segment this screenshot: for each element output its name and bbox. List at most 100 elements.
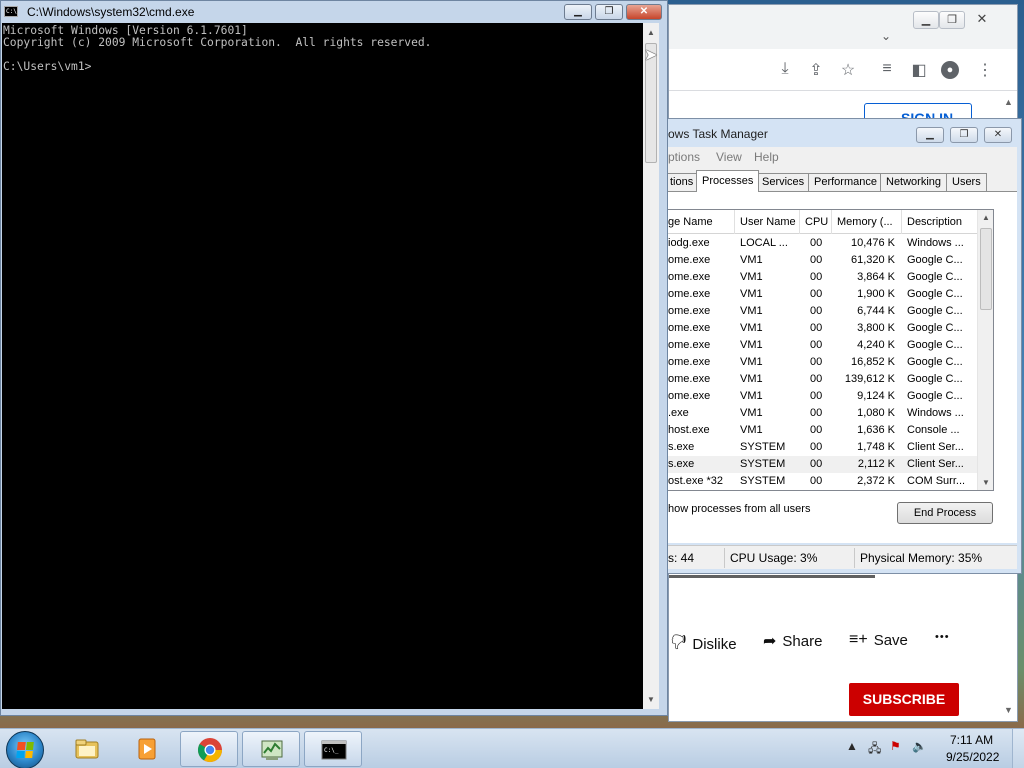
process-list-scrollbar[interactable]: ▲ ▼	[977, 210, 993, 490]
process-name-cell: s.exe	[668, 441, 695, 453]
table-row[interactable]: s.exe SYSTEM 00 2,112 K Client Ser...	[668, 456, 978, 473]
memory-cell: 139,612 K	[844, 373, 895, 385]
show-hidden-icons-icon[interactable]: ▲	[846, 739, 858, 753]
column-user-name[interactable]: User Name	[740, 216, 796, 228]
process-name-cell: ome.exe	[668, 322, 711, 334]
taskbar-chrome-button[interactable]	[180, 731, 238, 767]
tab-search-chevron-icon[interactable]: ⌄	[881, 29, 891, 43]
description-cell: Google C...	[907, 339, 963, 351]
clock-date[interactable]: 9/25/2022	[946, 750, 999, 764]
subscribe-button[interactable]: SUBSCRIBE	[849, 683, 959, 716]
share-page-icon[interactable]: ⇪	[806, 60, 826, 80]
task-manager-window[interactable]: ows Task Manager ▁ ❐ ✕ ptions View Help …	[664, 118, 1022, 574]
table-row[interactable]: ome.exe VM1 00 4,240 K Google C...	[668, 337, 978, 354]
process-name-cell: iodg.exe	[668, 237, 710, 249]
description-cell: Google C...	[907, 390, 963, 402]
side-panel-icon[interactable]: ◧	[909, 60, 929, 80]
tab-services[interactable]: Services	[756, 173, 811, 191]
process-name-cell: host.exe	[668, 424, 710, 436]
scroll-up-arrow-icon[interactable]: ▲	[1004, 97, 1013, 107]
cpu-cell: 00	[810, 475, 823, 487]
memory-cell: 9,124 K	[857, 390, 895, 402]
description-cell: Google C...	[907, 254, 963, 266]
tab-users[interactable]: Users	[946, 173, 987, 191]
table-row[interactable]: host.exe VM1 00 1,636 K Console ...	[668, 422, 978, 439]
tm-close-button[interactable]: ✕	[984, 127, 1012, 143]
scroll-thumb[interactable]	[980, 228, 992, 310]
taskbar-cmd-button[interactable]: C:\_	[304, 731, 362, 767]
description-cell: Windows ...	[907, 237, 964, 249]
cpu-cell: 00	[810, 322, 823, 334]
table-row[interactable]: ome.exe VM1 00 139,612 K Google C...	[668, 371, 978, 388]
scroll-down-arrow-icon[interactable]: ▼	[647, 695, 655, 704]
install-icon[interactable]: ⤓	[775, 60, 795, 78]
network-icon[interactable]: 🖧	[868, 739, 881, 760]
action-center-flag-icon[interactable]: ⚑	[890, 739, 901, 753]
table-row[interactable]: ome.exe VM1 00 3,800 K Google C...	[668, 320, 978, 337]
table-row[interactable]: ost.exe *32 SYSTEM 00 2,372 K COM Surr...	[668, 473, 978, 490]
svg-text:C:\_: C:\_	[324, 747, 339, 754]
tm-minimize-button[interactable]: ▁	[916, 127, 944, 143]
profile-avatar-icon[interactable]: ●	[941, 61, 959, 79]
table-row[interactable]: ome.exe VM1 00 61,320 K Google C...	[668, 252, 978, 269]
show-all-processes-button[interactable]: how processes from all users	[668, 503, 810, 515]
tab-performance[interactable]: Performance	[808, 173, 883, 191]
scroll-up-arrow-icon[interactable]: ▲	[647, 28, 655, 37]
share-button[interactable]: ➦ Share	[763, 631, 822, 651]
save-button[interactable]: ≡+ Save	[849, 631, 908, 649]
column-image-name[interactable]: ge Name	[668, 216, 713, 228]
chrome-maximize-button[interactable]: ❐	[939, 11, 965, 29]
user-name-cell: VM1	[740, 373, 763, 385]
cmd-titlebar[interactable]: C:\ C:\Windows\system32\cmd.exe ▁ ❐ ✕	[1, 1, 667, 23]
column-cpu[interactable]: CPU	[805, 216, 828, 228]
menu-view[interactable]: View	[716, 150, 742, 164]
scroll-up-arrow-icon[interactable]: ▲	[982, 213, 990, 222]
table-row[interactable]: ome.exe VM1 00 16,852 K Google C...	[668, 354, 978, 371]
reading-list-icon[interactable]: ≡	[877, 60, 897, 78]
table-row[interactable]: ome.exe VM1 00 3,864 K Google C...	[668, 269, 978, 286]
clock-time[interactable]: 7:11 AM	[950, 733, 993, 747]
table-row[interactable]: ome.exe VM1 00 6,744 K Google C...	[668, 303, 978, 320]
column-memory[interactable]: Memory (...	[837, 216, 893, 228]
scroll-down-arrow-icon[interactable]: ▼	[982, 478, 990, 487]
bookmark-star-icon[interactable]: ☆	[838, 60, 858, 80]
show-desktop-button[interactable]	[1012, 729, 1024, 768]
chrome-menu-icon[interactable]: ⋮	[975, 60, 995, 80]
process-list[interactable]: ge Name User Name CPU Memory (... Descri…	[668, 209, 994, 491]
process-name-cell: ome.exe	[668, 271, 711, 283]
taskbar-media-player-button[interactable]	[118, 731, 176, 767]
volume-icon[interactable]: 🔈	[912, 739, 927, 753]
user-name-cell: LOCAL ...	[740, 237, 788, 249]
taskbar-task-manager-button[interactable]	[242, 731, 300, 767]
cmd-window[interactable]: C:\ C:\Windows\system32\cmd.exe ▁ ❐ ✕ Mi…	[0, 0, 668, 716]
start-button[interactable]	[6, 731, 44, 768]
video-progress-bar[interactable]	[669, 575, 875, 578]
end-process-button[interactable]: End Process	[897, 502, 993, 524]
cmd-minimize-button[interactable]: ▁	[564, 4, 592, 20]
cmd-close-button[interactable]: ✕	[626, 4, 662, 20]
cmd-scrollbar[interactable]: ▲ ▼	[643, 23, 659, 709]
console-output[interactable]: Microsoft Windows [Version 6.1.7601] Cop…	[2, 23, 643, 709]
tab-networking[interactable]: Networking	[880, 173, 948, 191]
chrome-close-button[interactable]: ✕	[969, 11, 995, 29]
scroll-down-arrow-icon[interactable]: ▼	[1004, 705, 1013, 715]
menu-options[interactable]: ptions	[668, 150, 700, 164]
chrome-minimize-button[interactable]: ▁	[913, 11, 939, 29]
tab-applications[interactable]: tions	[664, 173, 700, 191]
tab-processes[interactable]: Processes	[696, 170, 760, 192]
chrome-titlebar[interactable]: ▁ ❐ ✕ ⌄	[669, 5, 1017, 49]
column-description[interactable]: Description	[907, 216, 962, 228]
menu-help[interactable]: Help	[754, 150, 779, 164]
table-row[interactable]: .exe VM1 00 1,080 K Windows ...	[668, 405, 978, 422]
table-row[interactable]: ome.exe VM1 00 1,900 K Google C...	[668, 286, 978, 303]
table-row[interactable]: iodg.exe LOCAL ... 00 10,476 K Windows ...	[668, 235, 978, 252]
cmd-maximize-button[interactable]: ❐	[595, 4, 623, 20]
tm-maximize-button[interactable]: ❐	[950, 127, 978, 143]
more-actions-button[interactable]: •••	[935, 631, 950, 643]
taskbar-explorer-button[interactable]	[58, 731, 116, 767]
table-row[interactable]: ome.exe VM1 00 9,124 K Google C...	[668, 388, 978, 405]
process-list-header: ge Name User Name CPU Memory (... Descri…	[668, 210, 993, 234]
table-row[interactable]: s.exe SYSTEM 00 1,748 K Client Ser...	[668, 439, 978, 456]
dislike-button[interactable]: 🖓 Dislike	[671, 631, 737, 658]
cpu-cell: 00	[810, 424, 823, 436]
